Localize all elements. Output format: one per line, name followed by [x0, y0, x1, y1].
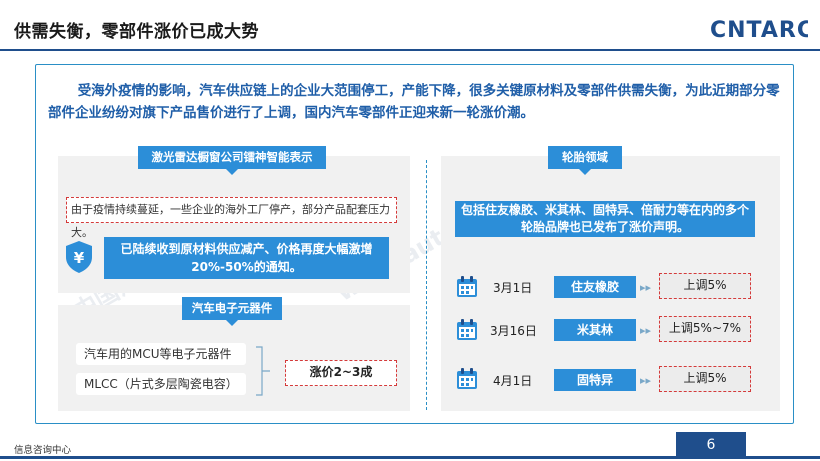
shield-yuan-icon: ¥	[66, 241, 92, 273]
shield-glyph: ¥	[74, 249, 85, 267]
calendar-icon	[457, 276, 477, 297]
date-3: 4月1日	[493, 374, 533, 388]
tire-statement-line-1: 包括住友橡胶、米其林、固特异、倍耐力等在内的多个	[460, 203, 749, 217]
result-3: 上调5%	[659, 366, 751, 392]
arrow-2: ▸▸	[640, 324, 652, 337]
electronics-tag: 汽车电子元器件	[182, 297, 282, 326]
page-title: 供需失衡，零部件涨价已成大势	[14, 22, 259, 42]
brand-2: 米其林	[554, 319, 636, 341]
bracket-connector	[256, 346, 270, 396]
cntarc-logo: CNTARC	[710, 18, 808, 42]
page-number: 6	[676, 432, 746, 458]
electronics-price-rise: 涨价2~3成	[285, 360, 397, 386]
supply-pressure-note: 由于疫情持续蔓延，一些企业的海外工厂停产，部分产品配套压力大。	[66, 197, 397, 239]
price-notice-line-1: 已陆续收到原材料供应减产、价格再度大幅激增	[120, 242, 373, 256]
date-2: 3月16日	[490, 324, 537, 338]
calendar-icon	[457, 319, 477, 340]
date-1: 3月1日	[493, 281, 533, 295]
result-1: 上调5%	[659, 273, 751, 299]
brand-1: 住友橡胶	[554, 276, 636, 298]
result-2: 上调5%~7%	[659, 316, 751, 342]
column-divider	[426, 160, 427, 410]
calendar-icon	[457, 368, 477, 389]
arrow-1: ▸▸	[640, 281, 652, 294]
brand-3: 固特异	[554, 369, 636, 391]
footer-department: 信息咨询中心	[14, 445, 72, 456]
tire-tag: 轮胎领域	[548, 146, 622, 175]
tire-statement-line-2: 轮胎品牌也已发布了涨价声明。	[520, 220, 689, 234]
arrow-3: ▸▸	[640, 374, 652, 387]
tire-statement-box: 包括住友橡胶、米其林、固特异、倍耐力等在内的多个 轮胎品牌也已发布了涨价声明。	[455, 201, 755, 237]
mlcc-item: MLCC（片式多层陶瓷电容）	[76, 373, 246, 395]
mcu-item: 汽车用的MCU等电子元器件	[76, 343, 246, 365]
logo-text: CNTARC	[710, 18, 808, 42]
price-notice-line-2: 20%-50%的通知。	[191, 260, 302, 274]
header-divider	[0, 49, 820, 51]
price-notice-box: 已陆续收到原材料供应减产、价格再度大幅激增 20%-50%的通知。	[104, 237, 389, 279]
laser-radar-tag: 激光雷达橱窗公司镭神智能表示	[138, 146, 326, 175]
intro-paragraph: 受海外疫情的影响，汽车供应链上的企业大范围停工，产能下降，很多关键原材料及零部件…	[48, 83, 780, 121]
